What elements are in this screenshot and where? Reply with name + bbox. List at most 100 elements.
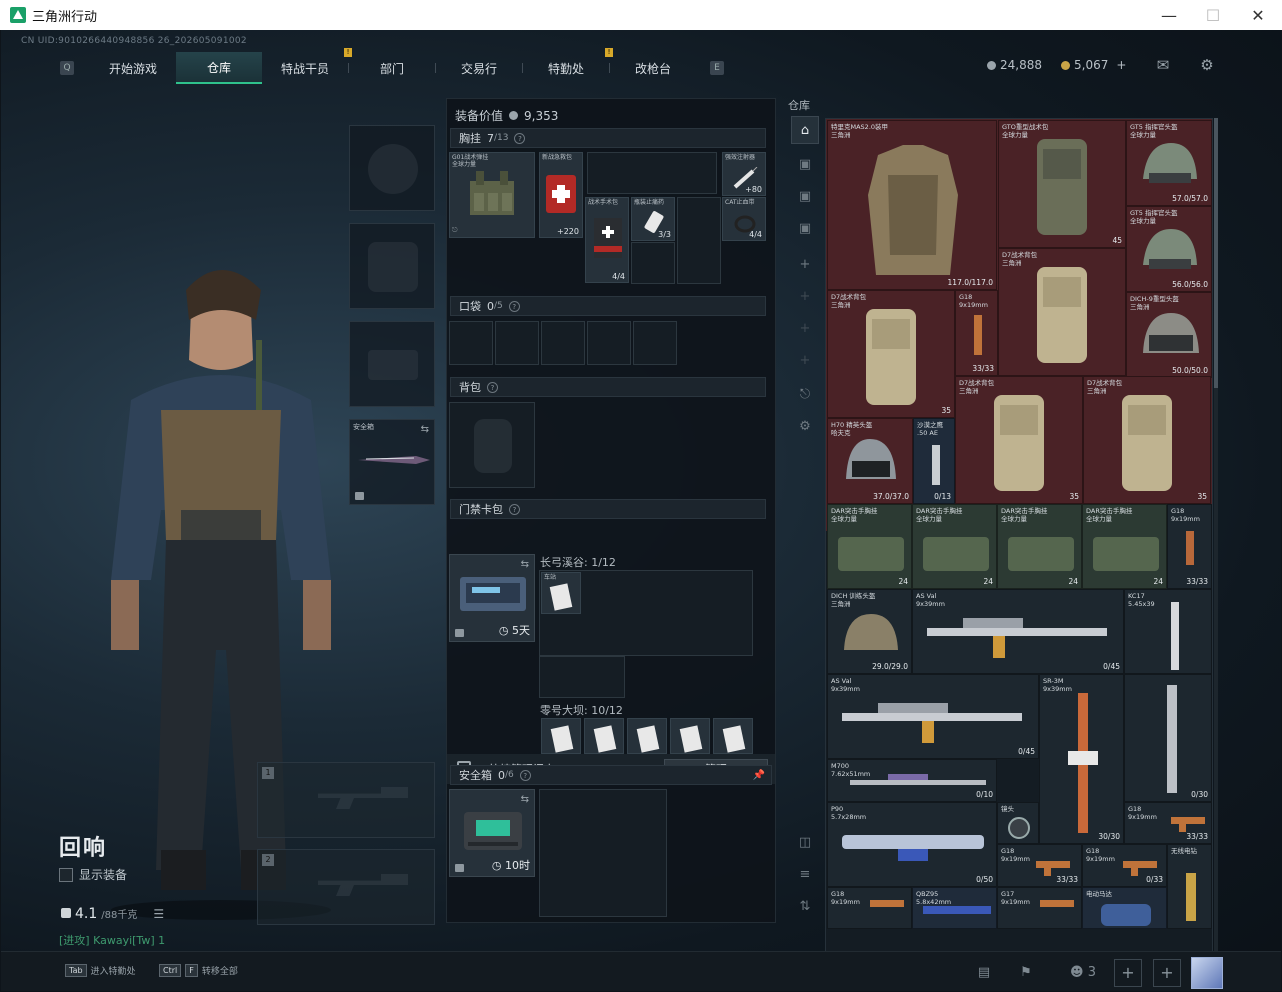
stash-item-helmet[interactable]: GT5 指挥官头盔 全球力量 56.0/56.0	[1126, 206, 1212, 292]
stash-item-rifle[interactable]: AS Val 9x39mm 0/45	[912, 589, 1124, 674]
medkit-item[interactable]: 新战急救包 +220	[539, 152, 583, 238]
stash-scrollbar[interactable]	[1214, 118, 1218, 954]
stash-item-backpack[interactable]: D7战术背包 三角洲	[998, 248, 1126, 376]
delete-icon[interactable]: ◫	[791, 828, 819, 856]
pocket-slot[interactable]	[449, 321, 493, 365]
stash-item-chest-rig[interactable]: DAR突击手胸挂 全球力量 24	[1082, 504, 1167, 589]
help-icon[interactable]: ?	[508, 300, 520, 312]
stash-tab-2[interactable]: ▣	[791, 150, 819, 178]
access-card-item[interactable]	[584, 718, 624, 754]
access-card-item[interactable]	[713, 718, 753, 754]
pocket-slot[interactable]	[587, 321, 631, 365]
add-party-slot-button[interactable]: +	[1114, 959, 1142, 987]
pocket-slot[interactable]	[495, 321, 539, 365]
tab-special-ops[interactable]: 特勤处!	[523, 48, 613, 84]
friends-button[interactable]: ☻ 3	[1063, 960, 1103, 986]
stash-item-smg[interactable]: P90 5.7x28mm 0/50	[827, 802, 997, 887]
stash-item-backpack[interactable]: D7战术背包 三角洲 35	[1083, 376, 1211, 504]
stash-item-rifle[interactable]: AS Val 9x39mm 0/45	[827, 674, 1039, 759]
access-card-item[interactable]	[627, 718, 667, 754]
stash-item-pistol[interactable]: G17 9x19mm	[997, 887, 1082, 929]
stash-item-drill[interactable]: 无线电钻	[1167, 844, 1212, 929]
backpack-slot[interactable]	[449, 402, 535, 488]
empty-cell[interactable]	[677, 197, 721, 284]
mail-icon[interactable]: ✉	[1154, 56, 1172, 74]
stash-item-chest-rig[interactable]: DAR突击手胸挂 全球力量 24	[827, 504, 912, 589]
safe-box-grid[interactable]	[539, 789, 667, 917]
stash-item-backpack[interactable]: D7战术背包 三角洲 35	[827, 290, 955, 418]
gold-currency[interactable]: 5,067 +	[1061, 58, 1126, 72]
layers-icon[interactable]: ≡	[791, 860, 819, 888]
surgery-kit-item[interactable]: 战术手术包 4/4	[585, 197, 629, 283]
tab-gunsmith[interactable]: 改枪台	[610, 52, 696, 84]
tab-department[interactable]: 部门	[349, 52, 435, 84]
scrollbar-thumb[interactable]	[1214, 118, 1218, 388]
pocket-slot[interactable]	[633, 321, 677, 365]
pocket-slot[interactable]	[541, 321, 585, 365]
nav-next-icon[interactable]: E	[710, 61, 724, 75]
stash-settings-gear-icon[interactable]: ⚙	[791, 412, 819, 440]
melee-slot[interactable]: 安全箱 ⇆	[349, 419, 435, 505]
card-case-item[interactable]: ⇆ ◷ 5天	[449, 554, 535, 642]
pistol-slot[interactable]	[349, 321, 435, 407]
tab-hint[interactable]: Tab 进入特勤处	[65, 964, 136, 977]
stash-item-backpack[interactable]: D7战术背包 三角洲 35	[955, 376, 1083, 504]
stash-tab-main[interactable]: ⌂	[791, 116, 819, 144]
stash-item-pistol[interactable]: 沙漠之鹰 .50 AE 0/13	[913, 418, 955, 504]
injector-item[interactable]: 强效注射器 +80	[722, 152, 766, 196]
stash-tab-3[interactable]: ▣	[791, 182, 819, 210]
stash-item-chest-rig[interactable]: DAR突击手胸挂 全球力量 24	[997, 504, 1082, 589]
stash-tab-4[interactable]: ▣	[791, 214, 819, 242]
add-stash-tab-button[interactable]: +	[791, 282, 819, 310]
minimize-button[interactable]: —	[1146, 0, 1192, 30]
access-card-item[interactable]: 车站	[541, 572, 581, 614]
stash-item-pistol[interactable]: G18 9x19mm 33/33	[1167, 504, 1212, 589]
checkbox[interactable]	[59, 867, 73, 882]
add-currency-button[interactable]: +	[1116, 58, 1126, 72]
add-stash-tab-button[interactable]: +	[791, 250, 819, 278]
empty-cell[interactable]	[587, 152, 717, 194]
help-icon[interactable]: ?	[514, 132, 526, 144]
tab-warehouse[interactable]: 仓库	[176, 52, 262, 84]
add-stash-tab-button[interactable]: +	[791, 346, 819, 374]
avatar[interactable]	[1191, 957, 1223, 989]
help-icon[interactable]: ?	[519, 769, 531, 781]
show-equipment-toggle[interactable]: 显示装备	[59, 866, 127, 883]
tourniquet-item[interactable]: CAT止血带 4/4	[722, 197, 766, 241]
transfer-all-hint[interactable]: Ctrl F 转移全部	[159, 964, 238, 977]
stash-item-rifle[interactable]: QBZ95 5.8x42mm	[912, 887, 997, 929]
tab-operators[interactable]: 特战干员!	[262, 48, 352, 84]
settings-gear-icon[interactable]: ⚙	[1198, 56, 1216, 74]
tab-start-game[interactable]: 开始游戏	[90, 52, 176, 84]
add-party-slot-button[interactable]: +	[1153, 959, 1181, 987]
maximize-button[interactable]: ☐	[1190, 0, 1236, 30]
swap-icon[interactable]: ⇆	[421, 424, 429, 435]
stats-chart-icon[interactable]: ▤	[971, 960, 997, 986]
stash-item-rifle[interactable]: SR-3M 9x39mm 30/30	[1039, 674, 1124, 844]
stash-item-helmet[interactable]: H70 精英头盔 哈夫克 37.0/37.0	[827, 418, 913, 504]
close-button[interactable]: ✕	[1235, 0, 1281, 30]
stash-item-pistol[interactable]: G18 9x19mm 33/33	[1124, 802, 1212, 844]
stash-item-scope[interactable]: 镜头	[997, 802, 1039, 844]
secondary-weapon-slot[interactable]: 2	[257, 849, 435, 925]
stash-item-backpack[interactable]: GTO重型战术包 全球力量 45	[998, 120, 1126, 248]
empty-cell[interactable]	[631, 242, 675, 284]
swap-icon[interactable]: ⇆	[521, 559, 529, 570]
valley-card-grid[interactable]	[539, 656, 625, 698]
help-icon[interactable]: ?	[487, 381, 498, 393]
stash-item-sniper[interactable]: M700 7.62x51mm 0/10	[827, 759, 997, 802]
stash-item-pistol[interactable]: G18 9x19mm 0/33	[1082, 844, 1167, 887]
safe-box-item[interactable]: ⇆ ◷ 10时	[449, 789, 535, 877]
stash-item-armor[interactable]: 特里克MAS2.0装甲 三角洲 117.0/117.0	[827, 120, 997, 290]
stash-item-motor[interactable]: 电动马达	[1082, 887, 1167, 929]
stash-item-rifle[interactable]: KC17 5.45x39	[1124, 589, 1212, 674]
stash-item-rifle[interactable]: 0/30	[1124, 674, 1212, 802]
chest-rig-item[interactable]: G01战术弹挂 全球力量 ⎋	[449, 152, 535, 238]
helmet-slot[interactable]	[349, 125, 435, 211]
stash-item-pistol[interactable]: G18 9x19mm	[827, 887, 912, 929]
stash-item-pistol[interactable]: G18 9x19mm 33/33	[955, 290, 998, 376]
sort-icon[interactable]: ⇅	[791, 892, 819, 920]
primary-weapon-slot[interactable]: 1	[257, 762, 435, 838]
lock-tab-icon[interactable]: ⎋	[791, 380, 819, 408]
stash-item-helmet[interactable]: GT5 指挥官头盔 全球力量 57.0/57.0	[1126, 120, 1212, 206]
